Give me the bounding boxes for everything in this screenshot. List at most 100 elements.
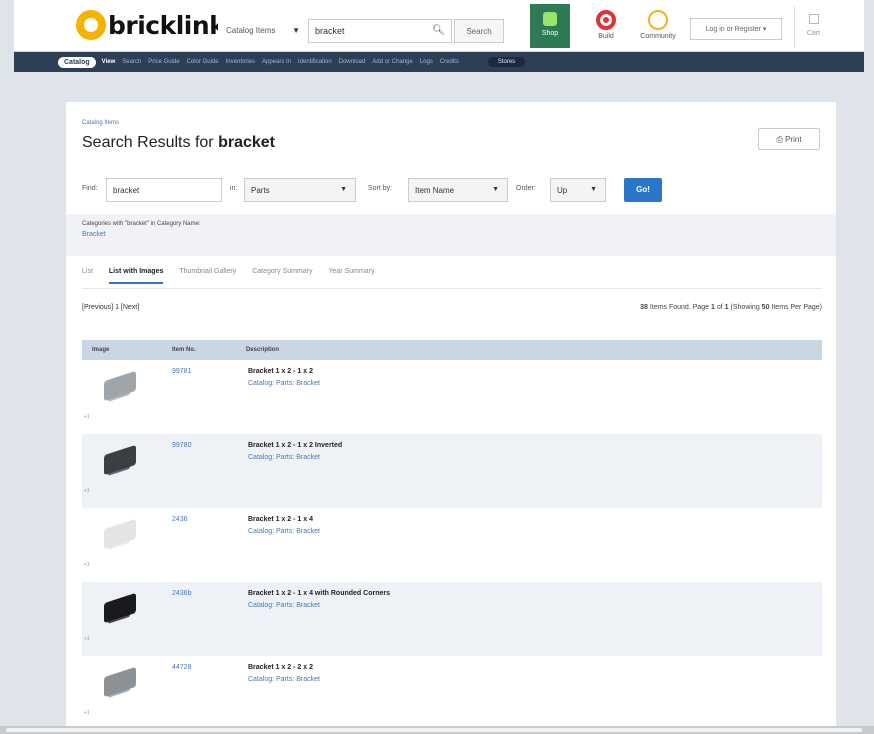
zoom-icon[interactable]: +1 — [84, 488, 90, 494]
chevron-down-icon: ▼ — [292, 26, 300, 35]
login-register-button[interactable]: Log in or Register ▾ — [690, 18, 782, 40]
found-page: 1 — [711, 304, 715, 311]
zoom-icon[interactable]: +1 — [84, 562, 90, 568]
subnav-stores[interactable]: Stores — [487, 57, 526, 67]
community-icon — [648, 10, 668, 30]
header-image: Image — [92, 347, 110, 353]
item-number-link[interactable]: 99781 — [172, 368, 191, 375]
item-number-link[interactable]: 2436b — [172, 590, 191, 597]
item-category-link[interactable]: Catalog: Parts: Bracket — [248, 602, 320, 609]
found-per-page: 50 — [761, 304, 770, 311]
subnav-download[interactable]: Download — [339, 59, 366, 65]
tab-thumbnail-gallery[interactable]: Thumbnail Gallery — [179, 268, 236, 284]
part-shape — [104, 666, 136, 698]
subnav-appears-in[interactable]: Appears In — [262, 59, 291, 65]
sort-select[interactable]: Item Name ▼ — [408, 178, 508, 202]
table-row: +1 99781 Bracket 1 x 2 - 1 x 2 Catalog: … — [82, 360, 822, 434]
search-input-value: bracket — [315, 26, 345, 36]
zoom-icon[interactable]: +1 — [84, 636, 90, 642]
order-select[interactable]: Up ▼ — [550, 178, 606, 202]
chevron-down-icon: ▼ — [492, 186, 499, 193]
subnav-search[interactable]: Search — [122, 59, 141, 65]
part-image[interactable] — [90, 514, 146, 560]
subnav-color-guide[interactable]: Color Guide — [187, 59, 219, 65]
search-icon: 🔍︎ — [432, 25, 445, 36]
subnav-inventories[interactable]: Inventories — [226, 59, 255, 65]
item-category-link[interactable]: Catalog: Parts: Bracket — [248, 380, 320, 387]
scrollbar-thumb[interactable] — [6, 728, 862, 732]
tab-year-summary[interactable]: Year Summary — [328, 268, 374, 284]
site-header: bricklink Catalog Items ▼ bracket 🔍︎ Sea… — [14, 0, 864, 52]
build-button[interactable]: Build — [586, 4, 626, 48]
page-title: Search Results for bracket — [82, 134, 275, 152]
page-title-prefix: Search Results for — [82, 134, 214, 151]
table-row: +1 99780 Bracket 1 x 2 - 1 x 2 Inverted … — [82, 434, 822, 508]
item-description: Bracket 1 x 2 - 2 x 2 — [248, 664, 313, 671]
part-shape — [104, 518, 136, 550]
printer-icon: ⎙ — [776, 135, 783, 144]
subnav-catalog[interactable]: Catalog — [58, 56, 96, 68]
item-category-link[interactable]: Catalog: Parts: Bracket — [248, 528, 320, 535]
community-button[interactable]: Community — [634, 4, 682, 48]
item-number-link[interactable]: 2436 — [172, 516, 188, 523]
chevron-down-icon: ▾ — [762, 26, 767, 33]
zoom-icon[interactable]: +1 — [84, 414, 90, 420]
part-shape — [104, 370, 136, 402]
subnav-logs[interactable]: Logs — [420, 59, 433, 65]
part-image[interactable] — [90, 366, 146, 412]
logo-text: bricklink — [108, 10, 226, 40]
subnav-identification[interactable]: Identification — [298, 59, 332, 65]
subnav-price-guide[interactable]: Price Guide — [148, 59, 179, 65]
find-input[interactable]: bracket — [106, 178, 222, 202]
zoom-icon[interactable]: +1 — [84, 710, 90, 716]
shop-button[interactable]: Shop — [530, 4, 570, 48]
tabs-divider — [82, 288, 822, 289]
found-text-c: (Showing — [730, 304, 760, 311]
results-count: 38 Items Found. Page 1 of 1 (Showing 50 … — [640, 304, 822, 311]
category-matches: Categories with "bracket" in Category Na… — [66, 214, 836, 256]
print-label: Print — [785, 135, 802, 144]
bricklink-logo[interactable]: bricklink — [76, 10, 226, 40]
subnav-credits[interactable]: Credits — [440, 59, 459, 65]
print-button[interactable]: ⎙ Print — [758, 128, 820, 150]
found-text-a: Items Found. Page — [649, 304, 710, 311]
item-category-link[interactable]: Catalog: Parts: Bracket — [248, 454, 320, 461]
table-row: +1 2436b Bracket 1 x 2 - 1 x 4 with Roun… — [82, 582, 822, 656]
build-label: Build — [598, 33, 614, 40]
cart-label: Cart — [806, 30, 821, 37]
item-description: Bracket 1 x 2 - 1 x 4 with Rounded Corne… — [248, 590, 390, 597]
build-icon — [596, 10, 616, 30]
tab-list[interactable]: List — [82, 268, 93, 284]
in-select-value: Parts — [251, 186, 270, 195]
pagination[interactable]: [Previous] 1 [Next] — [82, 304, 139, 311]
found-pages: 1 — [724, 304, 729, 311]
results-table: Image Item No. Description +1 99781 Brac… — [82, 340, 822, 730]
subnav-add-or-change[interactable]: Add or Change — [372, 59, 412, 65]
category-link-bracket[interactable]: Bracket — [82, 231, 820, 238]
table-row: +1 2436 Bracket 1 x 2 - 1 x 4 Catalog: P… — [82, 508, 822, 582]
part-image[interactable] — [90, 588, 146, 634]
item-number-link[interactable]: 99780 — [172, 442, 191, 449]
table-row: +1 44728 Bracket 1 x 2 - 2 x 2 Catalog: … — [82, 656, 822, 730]
part-image[interactable] — [90, 662, 146, 708]
search-results-card: Catalog Items Search Results for bracket… — [66, 102, 836, 734]
in-select[interactable]: Parts ▼ — [244, 178, 356, 202]
tab-list-with-images[interactable]: List with Images — [108, 268, 164, 284]
item-number-link[interactable]: 44728 — [172, 664, 191, 671]
go-button[interactable]: Go! — [624, 178, 662, 202]
breadcrumb[interactable]: Catalog Items — [82, 120, 119, 126]
search-input[interactable]: bracket 🔍︎ — [308, 19, 452, 43]
search-type-select[interactable]: Catalog Items ▼ — [218, 20, 306, 42]
chevron-down-icon: ▼ — [340, 186, 347, 193]
found-text-b: of — [716, 304, 723, 311]
page-title-query: bracket — [218, 134, 275, 151]
search-button[interactable]: Search — [454, 19, 504, 43]
table-header: Image Item No. Description — [82, 340, 822, 360]
shop-label: Shop — [541, 30, 559, 37]
search-filter-row: Find: bracket in: Parts ▼ Sort by: Item … — [82, 178, 822, 202]
tab-category-summary[interactable]: Category Summary — [252, 268, 312, 284]
cart-button[interactable]: Cart — [794, 6, 832, 48]
item-category-link[interactable]: Catalog: Parts: Bracket — [248, 676, 320, 683]
subnav-view[interactable]: View — [102, 59, 116, 65]
part-image[interactable] — [90, 440, 146, 486]
